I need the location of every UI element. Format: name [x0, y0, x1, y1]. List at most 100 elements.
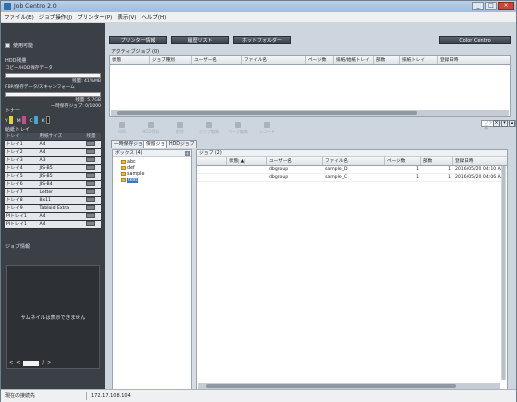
history-list-button[interactable]: 履歴リスト	[171, 36, 229, 44]
hdd-copy-label: コピー/HDD保存データ	[5, 66, 53, 71]
menu-bar: ファイル(E) ジョブ操作(J) プリンター(P) 表示(V) ヘルプ(H)	[1, 12, 516, 22]
tray-row: トレイ5 JIS-B5	[5, 172, 101, 181]
tray-row: トレイ4 JIS-B5	[5, 164, 101, 173]
active-jobs-title: アクティブジョブ (0)	[111, 49, 160, 55]
next-page-icon[interactable]: >	[47, 360, 51, 366]
printer-status-panel: 使用可能 HDD残量 コピー/HDD保存データ 残量: 41%MB FBP/保存…	[1, 23, 105, 389]
col-status[interactable]: 状態	[110, 56, 150, 64]
menu-view[interactable]: 表示(V)	[117, 13, 136, 21]
col-file[interactable]: ファイル名	[323, 157, 385, 165]
tool-delete[interactable]: 削除	[169, 122, 191, 136]
tool-hdd-save[interactable]: HDD保存	[140, 122, 162, 136]
main-area: プリンター情報 履歴リスト ホットフォルダー Color Centro アクティ…	[105, 23, 516, 391]
thumbnail-message: サムネイルは表示できません	[20, 315, 86, 321]
job-info-title: ジョブ情報	[5, 244, 31, 250]
folder-icon	[121, 166, 126, 170]
page-navigator: < < / >	[9, 360, 51, 366]
box-tree: abc def sample test	[113, 157, 191, 183]
menu-printer[interactable]: プリンター(P)	[77, 13, 112, 21]
tab-hdd-jobs[interactable]: HDDジョブ	[166, 140, 198, 148]
tray-col-level: 残量	[85, 133, 101, 141]
col-date[interactable]: 登録日時	[438, 56, 510, 64]
toner-m: M	[17, 116, 26, 124]
col-tray[interactable]: 排紙/給紙トレイ	[334, 56, 374, 64]
tray-section: 給紙トレイ トレイ 用紙サイズ 残量 トレイ1 A4 トレイ2 A4 トレイ3 A3 …	[5, 126, 101, 229]
hdd-scan-label: FBP/保存データ/スキャンフォーム	[5, 85, 75, 90]
col-file[interactable]: ファイル名	[242, 56, 306, 64]
col-output-tray[interactable]: 排紙トレイ	[400, 56, 438, 64]
tool-record[interactable]: レコード	[256, 122, 278, 136]
jobs-header: 状態 ▲ ユーザー名 ファイル名 ページ数 部数 登録日時	[197, 157, 507, 166]
printer-info-button[interactable]: プリンター情報	[109, 36, 167, 44]
table-row[interactable]: dbgroup sample_C 1 1 2016/05/20 04:06 A	[197, 174, 507, 182]
active-jobs-header: 状態 ジョブ種別 ユーザー名 ファイル名 ページ数 排紙/給紙トレイ 部数 排紙…	[110, 56, 510, 65]
maximize-button[interactable]: □	[485, 2, 497, 10]
tray-row: トレイ1 A4	[5, 140, 101, 149]
printer-status: 使用可能	[5, 42, 33, 49]
tool-print[interactable]: 印刷	[111, 122, 133, 136]
connection-address: 172.17.108.104	[91, 393, 131, 399]
tray-row: トレイ9 Tabloid Extra	[5, 204, 101, 213]
job-info-section: ジョブ情報	[5, 243, 101, 250]
box-title: ボックス (4)	[115, 151, 143, 156]
col-user[interactable]: ユーザー名	[267, 157, 323, 165]
tray-row: トレイ6 JIS-B4	[5, 180, 101, 189]
record-icon	[264, 122, 270, 128]
status-bar: 現在の接続先 172.17.108.104	[1, 389, 516, 402]
col-copies[interactable]: 部数	[421, 157, 453, 165]
col-pages[interactable]: ページ数	[385, 157, 421, 165]
search-up-icon[interactable]: ▴	[509, 120, 515, 127]
jobs-vscroll[interactable]	[501, 166, 506, 380]
close-button[interactable]: ×	[498, 2, 514, 10]
jobs-grid: ジョブ (2) 状態 ▲ ユーザー名 ファイル名 ページ数 部数 登録日時 db…	[196, 149, 508, 391]
search-down-icon[interactable]: ▾	[501, 120, 508, 127]
toner-c: C	[30, 116, 38, 124]
minimize-button[interactable]: _	[472, 2, 484, 10]
col-copies[interactable]: 部数	[374, 56, 400, 64]
tool-page-edit[interactable]: ページ編集	[227, 122, 249, 136]
hdd-save-icon	[148, 122, 154, 128]
table-row[interactable]: dbgroup sample_D 1 1 2016/05/20 04:10 A	[197, 166, 507, 174]
col-select[interactable]	[197, 157, 227, 165]
tray-row: PIトレイ1 A4	[5, 212, 101, 221]
hdd-title: HDD残量	[5, 58, 27, 64]
first-page-icon[interactable]: <	[16, 360, 20, 366]
toner-k: K	[42, 116, 50, 124]
delete-icon	[177, 122, 183, 128]
page-edit-icon	[235, 122, 241, 128]
status-text: 使用可能	[13, 43, 34, 49]
toner-title: トナー	[5, 108, 21, 114]
col-state[interactable]: 状態 ▲	[227, 157, 267, 165]
search-clear-icon[interactable]: ×	[493, 120, 500, 127]
tray-col-name: トレイ	[5, 133, 39, 141]
tray-table: トレイ 用紙サイズ 残量 トレイ1 A4 トレイ2 A4 トレイ3 A3 トレイ4 JI…	[5, 133, 101, 229]
tool-job-edit[interactable]: ジョブ編集	[198, 122, 220, 136]
col-pages[interactable]: ページ数	[306, 56, 334, 64]
page-number-input[interactable]	[23, 360, 40, 366]
active-jobs-scrollbar[interactable]	[111, 110, 509, 116]
app-window: Job Centro 2.0 _ □ × ファイル(E) ジョブ操作(J) プリ…	[0, 0, 517, 402]
status-icon	[5, 43, 10, 48]
col-job-type[interactable]: ジョブ種別	[150, 56, 192, 64]
connection-label: 現在の接続先	[5, 393, 36, 399]
job-edit-icon	[206, 122, 212, 128]
box-panel: ボックス (4) + abc def sample test	[112, 149, 192, 391]
color-centro-button[interactable]: Color Centro	[439, 36, 511, 44]
tray-row: PIトレイ1 A4	[5, 220, 101, 229]
box-folder-selected[interactable]: test	[115, 177, 191, 183]
tray-row: トレイ7 Letter	[5, 188, 101, 197]
menu-help[interactable]: ヘルプ(H)	[141, 13, 166, 21]
prev-page-icon[interactable]: <	[9, 360, 13, 366]
menu-file[interactable]: ファイル(E)	[4, 13, 34, 21]
toner-section: トナー Y M C K	[5, 107, 101, 124]
toner-y: Y	[5, 116, 13, 124]
page-separator: /	[42, 360, 45, 366]
tray-row: トレイ2 A4	[5, 148, 101, 157]
col-user[interactable]: ユーザー名	[192, 56, 242, 64]
col-date[interactable]: 登録日時	[453, 157, 501, 165]
hot-folder-button[interactable]: ホットフォルダー	[233, 36, 291, 44]
folder-icon	[121, 172, 126, 176]
add-box-button[interactable]: +	[185, 151, 190, 156]
window-title: Job Centro 2.0	[14, 3, 57, 10]
menu-job[interactable]: ジョブ操作(J)	[39, 13, 72, 21]
